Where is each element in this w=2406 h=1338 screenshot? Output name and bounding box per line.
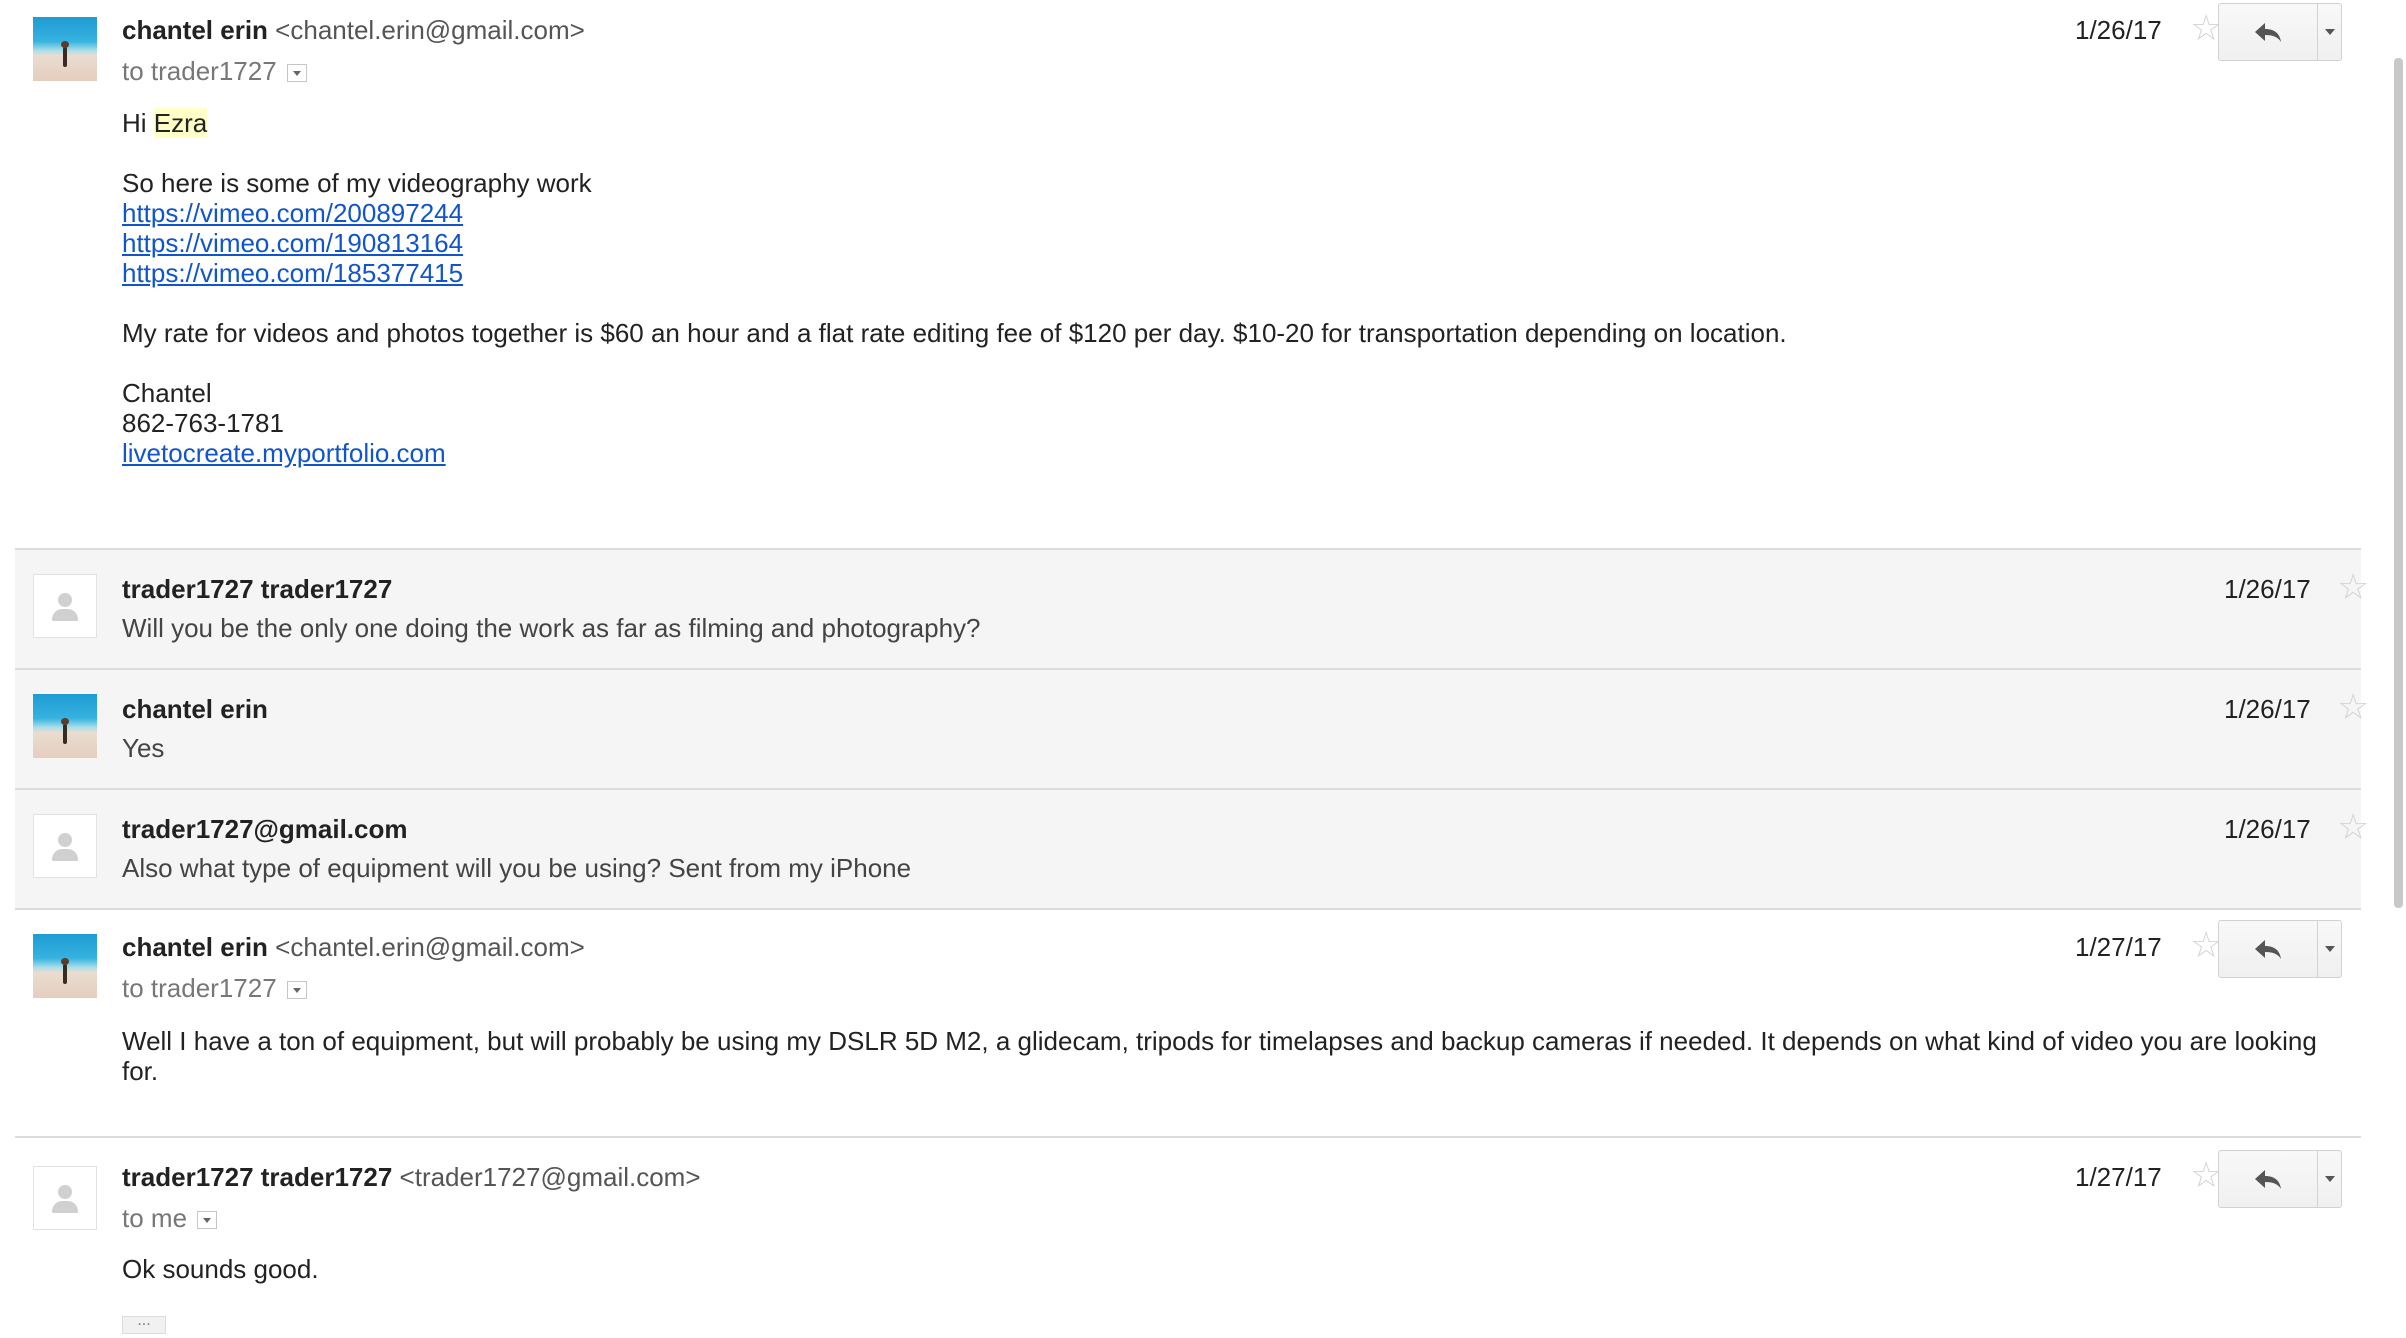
message-snippet: Yes	[122, 733, 165, 763]
rate-text: My rate for videos and photos together i…	[122, 318, 1787, 348]
reply-arrow-icon	[2255, 23, 2281, 42]
reply-button[interactable]	[2218, 1150, 2318, 1208]
show-details-icon[interactable]	[197, 1211, 218, 1230]
sender-line: chantel erin <chantel.erin@gmail.com>	[122, 15, 585, 46]
recipient-label: to trader1727	[122, 56, 277, 86]
sender-name[interactable]: trader1727 trader1727	[122, 1162, 392, 1192]
recipient-line: to me	[122, 1203, 218, 1234]
sender-email: <chantel.erin@gmail.com>	[275, 932, 585, 962]
show-details-icon[interactable]	[286, 981, 307, 1000]
message-expanded: trader1727 trader1727 <trader1727@gmail.…	[15, 1138, 2361, 1338]
star-icon[interactable]: ☆	[2337, 569, 2369, 605]
scrollbar-thumb[interactable]	[2394, 58, 2403, 908]
default-avatar-icon[interactable]	[33, 574, 97, 638]
intro-text: So here is some of my videography work	[122, 168, 592, 198]
reply-button-group	[2218, 920, 2342, 978]
message-date: 1/26/17	[2224, 574, 2311, 604]
star-icon[interactable]: ☆	[2337, 809, 2369, 845]
sender-email: <trader1727@gmail.com>	[399, 1162, 701, 1192]
sender-name: chantel erin	[122, 694, 268, 724]
message-date: 1/26/17	[2224, 694, 2311, 724]
message-body: Ok sounds good.	[122, 1254, 319, 1284]
more-options-button[interactable]	[2318, 3, 2342, 61]
sender-avatar[interactable]	[33, 934, 97, 998]
sender-name[interactable]: chantel erin	[122, 932, 268, 962]
message-date: 1/26/17	[2075, 15, 2162, 45]
vimeo-link-1[interactable]: https://vimeo.com/200897244	[122, 198, 463, 228]
recipient-line: to trader1727	[122, 973, 307, 1004]
greeting-name: Ezra	[153, 108, 208, 138]
sender-line: chantel erin <chantel.erin@gmail.com>	[122, 932, 585, 963]
greeting: Hi	[122, 108, 147, 138]
conversation-thread: chantel erin <chantel.erin@gmail.com> to…	[15, 0, 2369, 1338]
reply-arrow-icon	[2255, 940, 2281, 959]
default-avatar-icon[interactable]	[33, 814, 97, 878]
message-collapsed[interactable]: chantel erin Yes 1/26/17 ☆	[15, 670, 2369, 790]
reply-arrow-icon	[2255, 1170, 2281, 1189]
body-line: Ok sounds good.	[122, 1254, 319, 1284]
portfolio-link[interactable]: livetocreate.myportfolio.com	[122, 438, 446, 468]
sender-avatar[interactable]	[33, 694, 97, 758]
message-expanded: chantel erin <chantel.erin@gmail.com> to…	[15, 0, 2361, 550]
message-expanded: chantel erin <chantel.erin@gmail.com> to…	[15, 910, 2361, 1138]
message-body: Well I have a ton of equipment, but will…	[122, 1026, 2317, 1086]
vimeo-link-3[interactable]: https://vimeo.com/185377415	[122, 258, 463, 288]
body-line: Well I have a ton of equipment, but will…	[122, 1026, 2317, 1056]
signature-name: Chantel	[122, 378, 212, 408]
recipient-label: to trader1727	[122, 973, 277, 1003]
reply-button-group	[2218, 1150, 2342, 1208]
signature-phone: 862-763-1781	[122, 408, 284, 438]
show-trimmed-content-button[interactable]: ...	[122, 1313, 166, 1334]
sender-name[interactable]: chantel erin	[122, 15, 268, 45]
sender-email: <chantel.erin@gmail.com>	[275, 15, 585, 45]
body-line: for.	[122, 1056, 159, 1086]
vimeo-link-2[interactable]: https://vimeo.com/190813164	[122, 228, 463, 258]
message-snippet: Will you be the only one doing the work …	[122, 613, 981, 643]
recipient-line: to trader1727	[122, 56, 307, 87]
reply-button[interactable]	[2218, 920, 2318, 978]
sender-name: trader1727 trader1727	[122, 574, 393, 604]
sender-line: trader1727 trader1727 <trader1727@gmail.…	[122, 1162, 701, 1193]
message-date: 1/27/17	[2075, 1162, 2162, 1192]
sender-name: trader1727@gmail.com	[122, 814, 408, 844]
show-details-icon[interactable]	[286, 64, 307, 83]
message-snippet: Also what type of equipment will you be …	[122, 853, 912, 883]
star-icon[interactable]: ☆	[2337, 689, 2369, 725]
more-options-button[interactable]	[2318, 1150, 2342, 1208]
recipient-label: to me	[122, 1203, 188, 1233]
sender-avatar[interactable]	[33, 17, 97, 81]
reply-button[interactable]	[2218, 3, 2318, 61]
message-date: 1/27/17	[2075, 932, 2162, 962]
message-collapsed[interactable]: trader1727@gmail.com Also what type of e…	[15, 790, 2369, 910]
message-body: Hi Ezra So here is some of my videograph…	[122, 108, 1787, 468]
reply-button-group	[2218, 3, 2342, 61]
message-collapsed[interactable]: trader1727 trader1727 Will you be the on…	[15, 550, 2369, 670]
default-avatar-icon[interactable]	[33, 1166, 97, 1230]
more-options-button[interactable]	[2318, 920, 2342, 978]
message-date: 1/26/17	[2224, 814, 2311, 844]
